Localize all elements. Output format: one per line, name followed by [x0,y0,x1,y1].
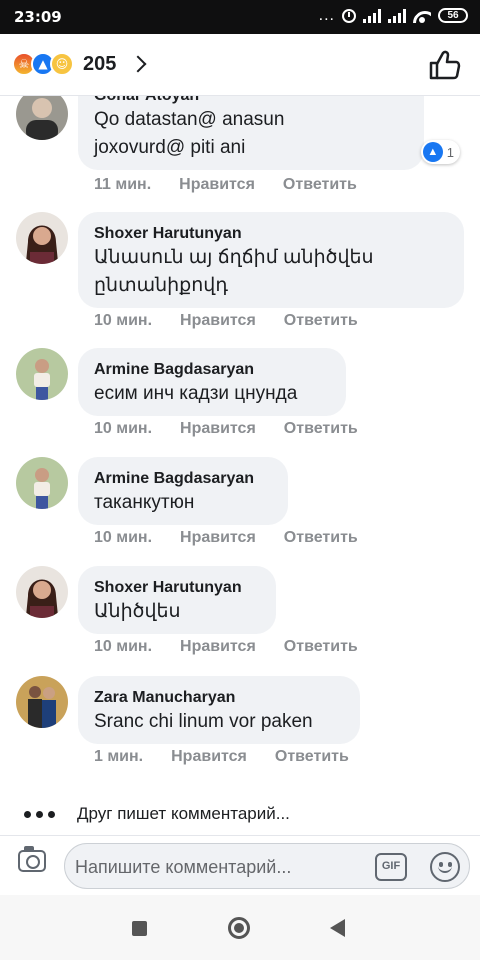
android-nav-bar [0,895,480,960]
comment-author[interactable]: Gohar Atoyan [94,96,408,106]
comment-composer: Напишите комментарий... GIF [0,835,480,895]
signal-icon [363,8,381,23]
battery-icon: 56 [438,8,468,23]
like-link[interactable]: Нравится [180,529,256,547]
comment-text: Անասուն այ ճղճիմ անիծվես [94,247,374,268]
comment-meta: 1 мин. Нравится Ответить [94,748,349,766]
typing-dots-icon [24,810,55,818]
comment-bubble[interactable]: Shoxer Harutunyan Անասուն այ ճղճիմ անիծվ… [78,212,464,308]
comment-time: 10 мин. [94,638,153,655]
reply-link[interactable]: Ответить [284,312,358,330]
comment-text: Qo datastan@ anasun [94,109,285,130]
chevron-right-icon [129,55,147,73]
comment-author[interactable]: Shoxer Harutunyan [94,224,448,244]
avatar[interactable] [16,212,68,264]
comment-author[interactable]: Shoxer Harutunyan [94,578,260,598]
comment-bubble[interactable]: Armine Bagdasaryan таканкутюн [78,457,288,525]
reply-link[interactable]: Ответить [275,748,349,766]
home-icon[interactable] [228,917,250,939]
comment-input[interactable]: Напишите комментарий... GIF [64,843,470,889]
reply-link[interactable]: Ответить [284,529,358,547]
comment-list[interactable]: Gohar Atoyan Qo datastan@ anasun joxovur… [0,96,480,776]
screen: 23:09 ... 56 ☠ ▲ ☺ 205 Qo datastan@ anas… [0,0,480,960]
thumbs-up-icon[interactable] [428,48,462,82]
comment-input-placeholder[interactable]: Напишите комментарий... [75,857,291,878]
wifi-icon [413,9,431,23]
comment-text: таканкутюн [94,492,195,513]
comment-time: 11 мин. [94,176,152,193]
comments-header: ☠ ▲ ☺ 205 [0,34,480,96]
comment-bubble[interactable]: Zara Manucharyan Sranc chi linum vor pak… [78,676,360,744]
comment-time: 10 мин. [94,529,153,546]
comment-meta: 11 мин. Нравится Ответить [94,176,357,194]
comment-text: ընտանիքովդ [94,275,228,296]
reaction-count: 205 [83,52,117,75]
emoji-icon[interactable] [430,852,460,882]
like-link[interactable]: Нравится [171,748,247,766]
comment-bubble[interactable]: Shoxer Harutunyan Անիծվես [78,566,276,634]
avatar[interactable] [16,566,68,618]
comment-author[interactable]: Zara Manucharyan [94,688,344,708]
like-count: 1 [446,144,454,160]
status-bar: 23:09 ... 56 [0,0,480,34]
like-link[interactable]: Нравится [179,176,255,194]
comment-text: Անիծվես [94,601,181,622]
status-icons: ... 56 [318,6,468,24]
comment-meta: 10 мин. Нравится Ответить [94,529,358,547]
comment-meta: 10 мин. Нравится Ответить [94,420,358,438]
comment-time: 1 мин. [94,748,144,765]
status-time: 23:09 [14,8,62,26]
like-link[interactable]: Нравится [180,638,256,656]
comment-time: 10 мин. [94,420,153,437]
avatar[interactable] [16,457,68,509]
gif-button[interactable]: GIF [375,853,407,881]
reply-link[interactable]: Ответить [284,638,358,656]
comment-meta: 10 мин. Нравится Ответить [94,312,358,330]
recents-icon[interactable] [132,921,147,936]
avatar[interactable] [16,348,68,400]
signal-icon-2 [388,8,406,23]
avatar[interactable] [16,676,68,728]
comment-author[interactable]: Armine Bagdasaryan [94,360,330,380]
comment-text: Sranc chi linum vor paken [94,711,313,732]
typing-indicator: Друг пишет комментарий... [24,804,290,824]
comment-bubble[interactable]: Armine Bagdasaryan есим инч кадзи цнунда [78,348,346,416]
comment-meta: 10 мин. Нравится Ответить [94,638,358,656]
haha-icon: ☺ [50,52,74,76]
back-icon[interactable] [330,919,345,937]
more-notifications-icon: ... [318,6,335,24]
avatar[interactable] [16,96,68,140]
comment-time: 10 мин. [94,312,153,329]
comment-text: есим инч кадзи цнунда [94,383,298,404]
reactions-summary[interactable]: ☠ ▲ ☺ 205 [12,52,147,76]
like-count-badge[interactable]: ▲ 1 [420,140,460,164]
typing-label: Друг пишет комментарий... [77,804,290,823]
reply-link[interactable]: Ответить [283,176,357,194]
like-link[interactable]: Нравится [180,312,256,330]
comment-author[interactable]: Armine Bagdasaryan [94,469,272,489]
reply-link[interactable]: Ответить [284,420,358,438]
alarm-icon [342,8,356,23]
like-link[interactable]: Нравится [180,420,256,438]
camera-icon[interactable] [18,846,46,872]
like-icon: ▲ [422,142,443,162]
comment-text: joxovurd@ piti ani [94,137,246,158]
comment-bubble[interactable]: Gohar Atoyan Qo datastan@ anasun joxovur… [78,96,424,170]
